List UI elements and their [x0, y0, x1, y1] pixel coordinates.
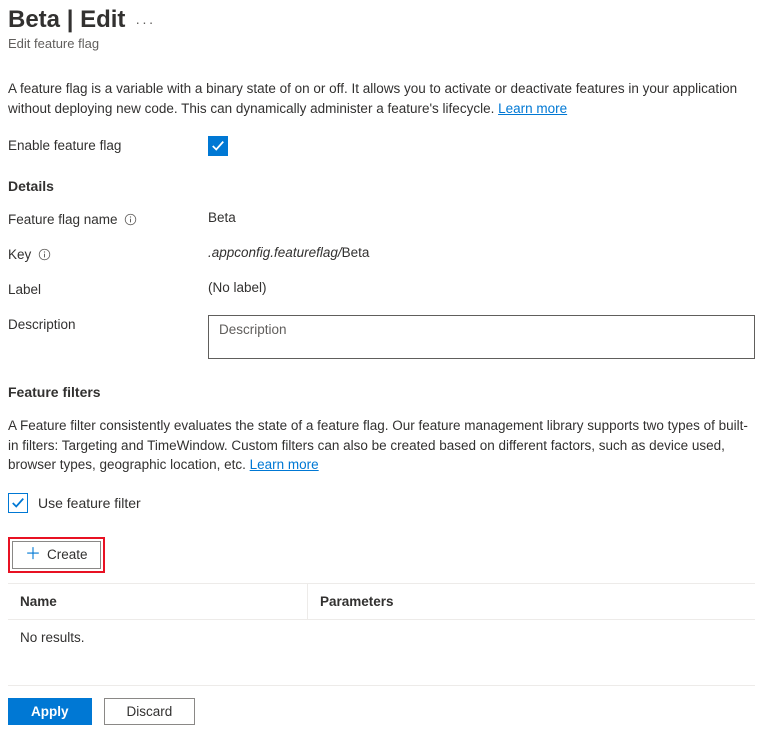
apply-button[interactable]: Apply — [8, 698, 92, 725]
key-suffix: Beta — [342, 245, 370, 260]
intro-text: A feature flag is a variable with a bina… — [8, 79, 755, 118]
create-button-label: Create — [47, 547, 88, 562]
page-subtitle: Edit feature flag — [8, 36, 755, 51]
info-icon[interactable] — [37, 248, 51, 262]
filters-intro-body: A Feature filter consistently evaluates … — [8, 418, 748, 472]
flag-name-value: Beta — [208, 210, 755, 225]
create-filter-button[interactable]: ＋ Create — [12, 541, 101, 569]
label-value: (No label) — [208, 280, 755, 295]
filters-intro: A Feature filter consistently evaluates … — [8, 416, 755, 475]
checkmark-icon — [211, 139, 225, 153]
page-title: Beta | Edit — [8, 6, 125, 34]
use-feature-filter-checkbox[interactable] — [8, 493, 28, 513]
table-header: Name Parameters — [8, 584, 755, 620]
table-col-name[interactable]: Name — [8, 584, 308, 619]
key-value: .appconfig.featureflag/Beta — [208, 245, 755, 260]
checkmark-icon — [11, 496, 25, 510]
filters-table: Name Parameters No results. — [8, 583, 755, 655]
description-input[interactable] — [208, 315, 755, 359]
key-label: Key — [8, 247, 31, 262]
table-col-parameters[interactable]: Parameters — [308, 584, 755, 619]
intro-body: A feature flag is a variable with a bina… — [8, 81, 737, 116]
plus-icon: ＋ — [25, 547, 41, 563]
enable-flag-checkbox[interactable] — [208, 136, 228, 156]
more-icon[interactable]: ··· — [135, 10, 155, 30]
description-label: Description — [8, 317, 76, 332]
filters-learn-more-link[interactable]: Learn more — [250, 457, 319, 472]
info-icon[interactable] — [124, 213, 138, 227]
label-label: Label — [8, 282, 41, 297]
use-feature-filter-label: Use feature filter — [38, 495, 141, 511]
table-empty-row: No results. — [8, 620, 755, 655]
flag-name-label: Feature flag name — [8, 212, 118, 227]
intro-learn-more-link[interactable]: Learn more — [498, 101, 567, 116]
key-prefix: .appconfig.featureflag/ — [208, 245, 342, 260]
details-section-header: Details — [8, 178, 755, 194]
footer-bar: Apply Discard — [8, 685, 755, 725]
create-button-highlight: ＋ Create — [8, 537, 105, 573]
discard-button[interactable]: Discard — [104, 698, 196, 725]
enable-flag-label: Enable feature flag — [8, 136, 208, 153]
filters-section-header: Feature filters — [8, 384, 755, 400]
